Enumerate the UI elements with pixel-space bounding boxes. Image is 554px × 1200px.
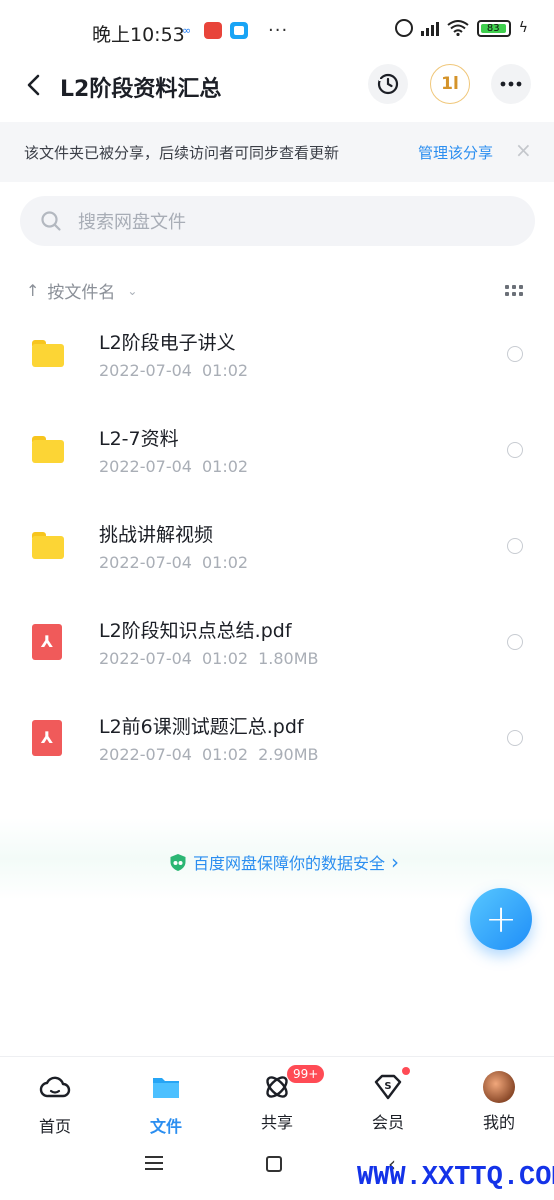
nav-item-share[interactable]: 99+ 共享 (242, 1065, 325, 1133)
sort-label: 按文件名 (47, 283, 116, 303)
charging-icon: ϟ (518, 20, 528, 36)
status-system-icons: 83 ϟ (394, 19, 528, 37)
app-notification-icon-red (204, 22, 222, 39)
transfer-icon: 1l (441, 74, 459, 94)
search-input[interactable] (76, 196, 500, 248)
grid-view-icon[interactable] (505, 285, 523, 299)
back-arrow-icon[interactable] (22, 72, 48, 98)
file-time: 01:02 (201, 553, 249, 572)
battery-icon: 83 (476, 19, 511, 37)
file-size: 2.90MB (258, 745, 319, 764)
alarm-icon (394, 19, 413, 37)
nav-label: 共享 (260, 1113, 293, 1132)
nav-item-home[interactable]: 首页 (20, 1071, 90, 1137)
status-notification-icons: ∞ ··· (182, 20, 288, 41)
close-icon[interactable]: × (515, 138, 532, 162)
file-name: L2前6课测试题汇总.pdf (99, 716, 304, 738)
cloud-home-icon (39, 1076, 71, 1098)
file-date: 2022-07-04 (99, 649, 192, 668)
nav-item-vip[interactable]: S 会员 (353, 1067, 423, 1133)
folder-icon (32, 434, 66, 466)
signal-icon (420, 20, 439, 36)
file-item[interactable]: L2-7资料 2022-07-04 01:02 (0, 406, 554, 502)
nav-label: 会员 (371, 1113, 404, 1132)
file-date: 2022-07-04 (99, 745, 192, 764)
file-name: L2阶段电子讲义 (99, 332, 236, 354)
share-badge: 99+ (287, 1065, 325, 1083)
battery-level: 83 (480, 23, 506, 33)
file-item[interactable]: ⅄ L2前6课测试题汇总.pdf 2022-07-04 01:02 2.90MB (0, 694, 554, 790)
bottom-nav: 首页 文件 99+ 共享 S 会员 我的 (0, 1056, 554, 1139)
file-date: 2022-07-04 (99, 553, 192, 572)
nav-label: 首页 (38, 1117, 71, 1136)
status-bar: 晚上10:53 ∞ ··· 83 ϟ (0, 0, 554, 62)
file-time: 01:02 (201, 361, 249, 380)
nav-label: 文件 (149, 1117, 182, 1136)
wifi-icon (447, 20, 469, 36)
file-item[interactable]: ⅄ L2阶段知识点总结.pdf 2022-07-04 01:02 1.80MB (0, 598, 554, 694)
svg-text:S: S (384, 1081, 391, 1092)
more-dots-icon (500, 81, 522, 87)
more-options-button[interactable] (491, 64, 531, 104)
avatar (483, 1071, 515, 1103)
transfer-button[interactable]: 1l (430, 64, 470, 104)
file-name: L2-7资料 (99, 428, 179, 450)
file-meta: 2022-07-04 01:02 (99, 553, 258, 572)
add-button[interactable]: + (470, 888, 532, 950)
data-safety-link[interactable]: 百度网盘保障你的数据安全 › (169, 850, 399, 874)
pdf-icon: ⅄ (32, 720, 66, 756)
file-date: 2022-07-04 (99, 361, 192, 380)
search-icon (41, 211, 61, 231)
share-notice-bar: 该文件夹已被分享，后续访问者可同步查看更新 管理该分享 × (0, 122, 554, 182)
sort-by-name-control[interactable]: ↑ 按文件名 ⌄ (26, 278, 137, 303)
select-radio[interactable] (507, 538, 523, 554)
file-meta: 2022-07-04 01:02 (99, 361, 258, 380)
file-meta: 2022-07-04 01:02 (99, 457, 258, 476)
recent-apps-icon[interactable] (145, 1156, 163, 1170)
file-date: 2022-07-04 (99, 457, 192, 476)
file-item[interactable]: 挑战讲解视频 2022-07-04 01:02 (0, 502, 554, 598)
select-radio[interactable] (507, 346, 523, 362)
file-name: L2阶段知识点总结.pdf (99, 620, 292, 642)
notification-dot (402, 1067, 410, 1075)
share-notice-text: 该文件夹已被分享，后续访问者可同步查看更新 (24, 144, 340, 162)
pdf-icon: ⅄ (32, 624, 66, 660)
folder-icon (153, 1078, 179, 1098)
folder-icon (32, 530, 66, 562)
select-radio[interactable] (507, 730, 523, 746)
file-size: 1.80MB (258, 649, 319, 668)
status-time: 晚上10:53 (92, 24, 185, 46)
select-radio[interactable] (507, 442, 523, 458)
page-title: L2阶段资料汇总 (60, 77, 222, 102)
plus-icon: + (485, 897, 517, 941)
shield-icon (170, 853, 186, 871)
vip-diamond-icon: S (374, 1074, 402, 1100)
select-radio[interactable] (507, 634, 523, 650)
file-meta: 2022-07-04 01:02 1.80MB (99, 649, 329, 668)
file-item[interactable]: L2阶段电子讲义 2022-07-04 01:02 (0, 310, 554, 406)
nav-item-mine[interactable]: 我的 (464, 1071, 534, 1133)
nav-label: 我的 (482, 1113, 515, 1132)
baidu-netdisk-status-icon: ∞ (182, 23, 192, 37)
history-clock-icon (377, 73, 399, 95)
file-time: 01:02 (201, 457, 249, 476)
history-button[interactable] (368, 64, 408, 104)
header: L2阶段资料汇总 1l (0, 62, 554, 122)
watermark: WWW.XXTTQ.COM (357, 1163, 554, 1193)
folder-icon (32, 338, 66, 370)
file-time: 01:02 (201, 649, 249, 668)
manage-share-link[interactable]: 管理该分享 (418, 142, 493, 163)
file-name: 挑战讲解视频 (99, 524, 214, 546)
file-time: 01:02 (201, 745, 249, 764)
sort-arrow-icon: ↑ (26, 281, 40, 300)
search-bar[interactable] (20, 196, 535, 248)
app-notification-icon-blue (230, 22, 248, 39)
home-icon[interactable] (266, 1156, 282, 1172)
nav-item-files[interactable]: 文件 (131, 1071, 201, 1137)
file-meta: 2022-07-04 01:02 2.90MB (99, 745, 329, 764)
chevron-down-icon: ⌄ (127, 283, 138, 298)
safety-text: 百度网盘保障你的数据安全 (193, 854, 386, 873)
more-notifications-icon: ··· (268, 20, 289, 41)
chevron-right-icon: › (391, 850, 400, 874)
